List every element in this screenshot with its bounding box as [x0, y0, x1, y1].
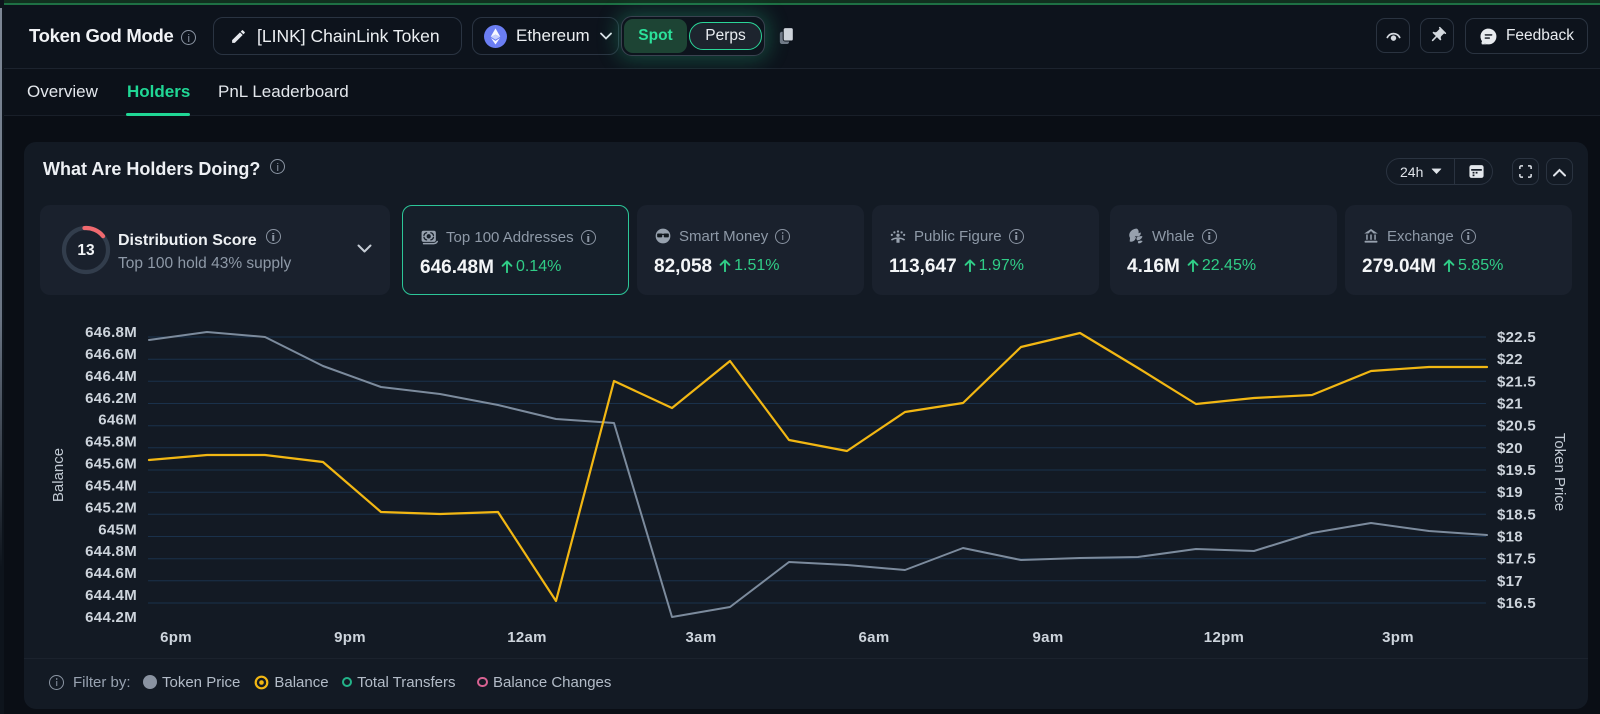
svg-text:646M: 646M — [98, 412, 137, 429]
svg-text:644.4M: 644.4M — [85, 587, 137, 604]
svg-text:$21.5: $21.5 — [1497, 373, 1536, 390]
svg-text:$21: $21 — [1497, 396, 1523, 413]
svg-text:645.8M: 645.8M — [85, 434, 137, 451]
svg-text:646.4M: 646.4M — [85, 368, 137, 385]
svg-text:646.2M: 646.2M — [85, 390, 137, 407]
svg-text:$17.5: $17.5 — [1497, 551, 1536, 568]
svg-text:645.2M: 645.2M — [85, 499, 137, 516]
svg-text:12pm: 12pm — [1204, 629, 1244, 646]
svg-text:3pm: 3pm — [1382, 629, 1414, 646]
svg-text:6am: 6am — [859, 629, 890, 646]
svg-text:9pm: 9pm — [334, 629, 366, 646]
svg-text:6pm: 6pm — [160, 629, 192, 646]
svg-text:Token Price: Token Price — [1551, 433, 1568, 511]
svg-text:$20.5: $20.5 — [1497, 418, 1536, 435]
svg-text:$19: $19 — [1497, 484, 1523, 501]
svg-text:9am: 9am — [1033, 629, 1064, 646]
svg-text:12am: 12am — [507, 629, 547, 646]
svg-text:645M: 645M — [98, 521, 137, 538]
svg-text:$22: $22 — [1497, 351, 1523, 368]
svg-text:644.8M: 644.8M — [85, 543, 137, 560]
svg-text:$19.5: $19.5 — [1497, 462, 1536, 479]
svg-text:645.4M: 645.4M — [85, 478, 137, 495]
svg-text:644.2M: 644.2M — [85, 609, 137, 626]
svg-text:646.6M: 646.6M — [85, 346, 137, 363]
svg-text:$20: $20 — [1497, 440, 1523, 457]
svg-text:646.8M: 646.8M — [85, 324, 137, 341]
svg-text:$22.5: $22.5 — [1497, 329, 1536, 346]
svg-text:$18: $18 — [1497, 529, 1523, 546]
svg-text:$16.5: $16.5 — [1497, 595, 1536, 612]
svg-text:$18.5: $18.5 — [1497, 506, 1536, 523]
svg-text:$17: $17 — [1497, 573, 1523, 590]
svg-text:644.6M: 644.6M — [85, 565, 137, 582]
svg-text:3am: 3am — [686, 629, 717, 646]
svg-text:645.6M: 645.6M — [85, 456, 137, 473]
svg-text:Balance: Balance — [50, 448, 67, 502]
